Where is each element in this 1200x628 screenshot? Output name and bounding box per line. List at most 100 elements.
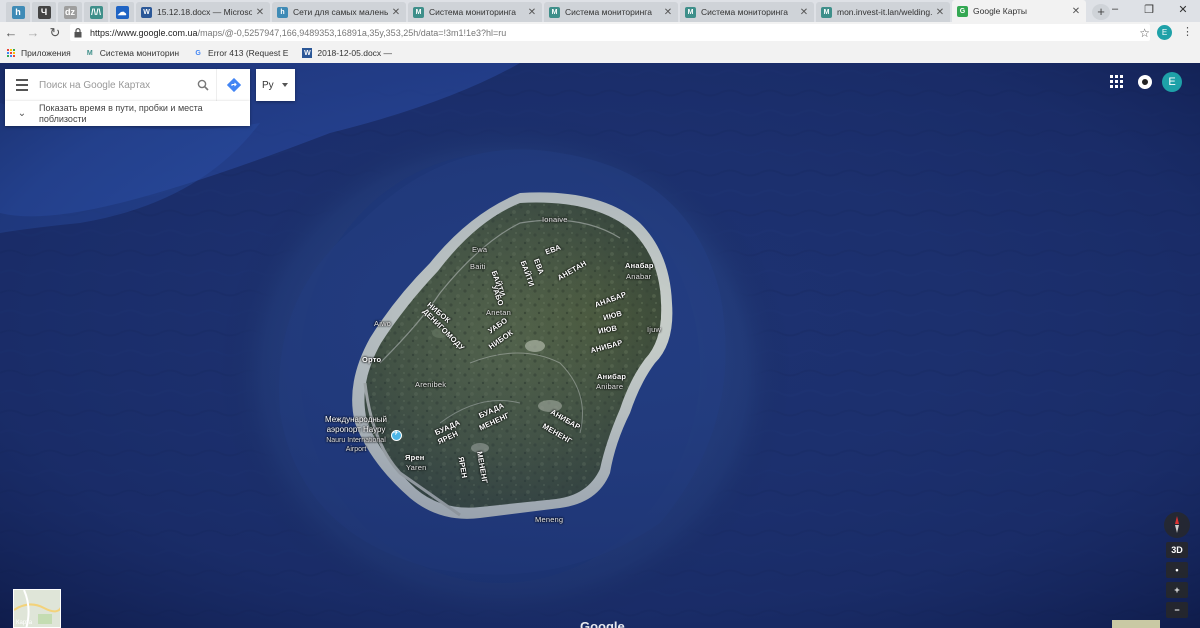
monitoring-icon: M [86, 49, 93, 57]
place-label: Meneng [535, 515, 564, 524]
browser-menu-icon[interactable]: ⋮ [1182, 25, 1193, 40]
place-label: Анабар [625, 261, 654, 270]
pinned-tab-icon: Ч [37, 5, 51, 19]
profile-avatar[interactable]: E [1157, 25, 1172, 40]
nearby-panel-toggle[interactable]: ⌄ Показать время в пути, пробки и места … [5, 101, 250, 126]
word-icon: W [141, 6, 152, 18]
pinned-tab[interactable]: h [6, 2, 30, 22]
place-label: Ijuw [647, 325, 662, 334]
place-label: Anetan [486, 308, 511, 317]
compass-icon[interactable] [1164, 512, 1190, 538]
browser-tab[interactable]: Mmon.invest-it.lan/welding.php✕ [816, 2, 950, 22]
browser-tab[interactable]: M Система мониторинга ✕ [680, 2, 814, 22]
bookmark-label: Error 413 (Request E [208, 48, 289, 58]
language-value: Ру [262, 79, 274, 91]
browser-tab[interactable]: W 15.12.18.docx — Microsoft W✕ [136, 2, 270, 22]
place-label: Ярен [405, 453, 425, 462]
maximize-icon[interactable]: ❐ [1132, 0, 1166, 18]
url-host: https://www.google.com.ua [90, 27, 198, 38]
pinned-tab[interactable]: Ч [32, 2, 56, 22]
monitoring-icon: M [821, 6, 832, 18]
bookmark-label: Система мониторин [99, 48, 180, 58]
place-label: Анибар [597, 372, 627, 381]
map-search-box [5, 69, 250, 101]
pegman-icon[interactable]: • [1166, 562, 1188, 578]
close-tab-icon[interactable]: ✕ [1071, 6, 1081, 17]
reload-icon[interactable]: ↻ [44, 22, 66, 43]
close-tab-icon[interactable]: ✕ [663, 7, 673, 18]
tab-title: Google Карты [973, 6, 1027, 16]
layers-switcher[interactable]: Карта [13, 589, 61, 628]
apps-grid-icon [6, 48, 16, 58]
search-input[interactable] [39, 70, 190, 100]
habr-icon: h [277, 6, 288, 18]
zoom-out-button[interactable]: − [1166, 602, 1188, 618]
place-label: Baiti [470, 262, 486, 271]
place-label: Aiwo [374, 319, 392, 328]
word-icon: W [302, 48, 313, 58]
monitoring-icon: M [413, 6, 424, 18]
lock-icon [74, 27, 84, 38]
zoom-in-button[interactable]: + [1166, 582, 1188, 598]
pinned-tab[interactable]: dz [58, 2, 82, 22]
tab-strip: hЧdz/\/\☁ W15.12.18.docx — Microsoft W✕h… [0, 0, 1200, 22]
browser-tab[interactable]: M Система мониторинга ✕ [408, 2, 542, 22]
satellite-map[interactable]: Ру ⌄ Показать время в пути, пробки и мес… [0, 63, 1200, 628]
google-maps-icon: G [957, 5, 968, 17]
tab-title: Система мониторинга [565, 7, 652, 17]
notifications-icon[interactable] [1138, 75, 1152, 89]
nearby-text: Показать время в пути, пробки и места по… [39, 102, 203, 124]
browser-tab[interactable]: G Google Карты ✕ [952, 0, 1086, 22]
directions-icon[interactable] [216, 69, 250, 101]
monitoring-icon: M [685, 6, 696, 18]
search-icon[interactable] [190, 69, 216, 101]
pinned-tabs: h Чdz /\/\ ☁ [6, 2, 136, 22]
bookmark-label: 2018-12-05.docx — [317, 48, 393, 58]
caret-down-icon [281, 83, 288, 87]
chevron-down-icon: ⌄ [17, 108, 27, 119]
forward-icon[interactable]: → [22, 22, 44, 43]
pinned-tab-icon: dz [63, 5, 77, 19]
close-tab-icon[interactable]: ✕ [935, 7, 945, 18]
browser-tab[interactable]: M Система мониторинга ✕ [544, 2, 678, 22]
google-logo: Google [580, 619, 625, 628]
close-window-icon[interactable]: ✕ [1166, 0, 1200, 18]
airport-label: Международный аэропорт Науру Nauru Inter… [316, 415, 396, 454]
airport-name-ru: Международный аэропорт Науру [324, 415, 388, 434]
google-apps-icon[interactable] [1110, 75, 1124, 89]
tabs: W15.12.18.docx — Microsoft W✕hСети для с… [136, 0, 1088, 22]
pinned-tab-icon: h [11, 5, 25, 19]
tab-title: Система мониторинга [429, 7, 516, 17]
bookmark-item[interactable]: W 2018-12-05.docx — [302, 48, 392, 58]
close-tab-icon[interactable]: ✕ [391, 7, 401, 18]
url-path: /maps/@-0,5257947,166,9489353,16891a,35y… [197, 27, 507, 38]
back-icon[interactable]: ← [0, 22, 22, 43]
account-avatar[interactable]: E [1162, 72, 1182, 92]
pinned-tab[interactable]: /\/\ [84, 2, 108, 22]
airport-pin-icon[interactable] [391, 429, 402, 441]
window-controls: – ❐ ✕ [1098, 0, 1200, 18]
browser-tab[interactable]: h Сети для самых маленьких✕ [272, 2, 406, 22]
place-label: Anibare [596, 382, 624, 391]
tilt-3d-button[interactable]: 3D [1166, 542, 1188, 558]
close-tab-icon[interactable]: ✕ [799, 7, 809, 18]
bookmark-item[interactable]: Приложения [6, 48, 71, 58]
google-icon: G [195, 49, 201, 57]
map-footer-strip [1112, 620, 1160, 628]
language-select[interactable]: Ру [256, 69, 295, 101]
minimize-icon[interactable]: – [1098, 0, 1132, 18]
bookmark-star-icon[interactable]: ☆ [1139, 26, 1150, 40]
address-bar[interactable]: https://www.google.com.ua/maps/@-0,52579… [70, 24, 1150, 41]
pinned-tab-icon: ☁ [115, 5, 129, 19]
close-tab-icon[interactable]: ✕ [527, 7, 537, 18]
close-tab-icon[interactable]: ✕ [255, 7, 265, 18]
bookmark-item[interactable]: G Error 413 (Request E [193, 48, 288, 58]
pinned-tab[interactable]: ☁ [110, 2, 134, 22]
place-label: Yaren [406, 463, 427, 472]
place-label: Орто [362, 355, 382, 364]
place-label: Ionaive [542, 215, 568, 224]
airport-name-en: Nauru International Airport [326, 437, 386, 453]
bookmark-label: Приложения [21, 48, 71, 58]
bookmark-item[interactable]: M Система мониторин [85, 48, 179, 58]
menu-icon[interactable] [5, 69, 39, 101]
